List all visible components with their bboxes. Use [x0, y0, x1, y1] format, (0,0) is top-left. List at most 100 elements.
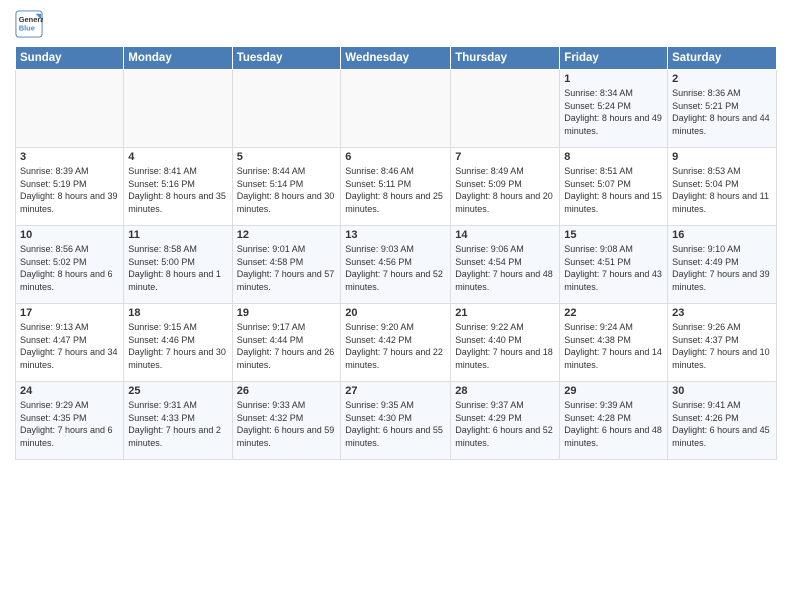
day-info: Sunrise: 9:03 AM Sunset: 4:56 PM Dayligh… — [345, 243, 446, 293]
dow-header: Sunday — [16, 47, 124, 70]
day-number: 18 — [128, 307, 227, 319]
day-number: 25 — [128, 385, 227, 397]
day-number: 10 — [20, 229, 119, 241]
calendar-cell: 18 Sunrise: 9:15 AM Sunset: 4:46 PM Dayli… — [124, 304, 232, 382]
day-info: Sunrise: 9:15 AM Sunset: 4:46 PM Dayligh… — [128, 321, 227, 371]
calendar-cell: 8 Sunrise: 8:51 AM Sunset: 5:07 PM Daylig… — [560, 148, 668, 226]
calendar-cell: 20 Sunrise: 9:20 AM Sunset: 4:42 PM Dayli… — [341, 304, 451, 382]
logo-icon: General Blue — [15, 10, 43, 38]
calendar-cell: 5 Sunrise: 8:44 AM Sunset: 5:14 PM Daylig… — [232, 148, 341, 226]
calendar-cell: 29 Sunrise: 9:39 AM Sunset: 4:28 PM Dayli… — [560, 382, 668, 460]
day-info: Sunrise: 9:26 AM Sunset: 4:37 PM Dayligh… — [672, 321, 772, 371]
day-number: 14 — [455, 229, 555, 241]
day-number: 30 — [672, 385, 772, 397]
calendar-cell: 21 Sunrise: 9:22 AM Sunset: 4:40 PM Dayli… — [451, 304, 560, 382]
calendar-week-row: 17Sunrise: 9:13 AM Sunset: 4:47 PM Dayli… — [16, 304, 777, 382]
day-info: Sunrise: 8:41 AM Sunset: 5:16 PM Dayligh… — [128, 165, 227, 215]
dow-header: Wednesday — [341, 47, 451, 70]
calendar-cell: 11Sunrise: 8:58 AM Sunset: 5:00 PM Dayli… — [124, 226, 232, 304]
day-number: 8 — [564, 151, 663, 163]
calendar-cell: 17Sunrise: 9:13 AM Sunset: 4:47 PM Dayli… — [16, 304, 124, 382]
calendar-body: 1 Sunrise: 8:34 AM Sunset: 5:24 PM Daylig… — [16, 70, 777, 460]
calendar-cell: 1 Sunrise: 8:34 AM Sunset: 5:24 PM Daylig… — [560, 70, 668, 148]
calendar-cell: 25 Sunrise: 9:31 AM Sunset: 4:33 PM Dayli… — [124, 382, 232, 460]
day-number: 6 — [345, 151, 446, 163]
header: General Blue — [15, 10, 777, 38]
calendar: SundayMondayTuesdayWednesdayThursdayFrid… — [15, 46, 777, 460]
day-number: 29 — [564, 385, 663, 397]
day-info: Sunrise: 9:24 AM Sunset: 4:38 PM Dayligh… — [564, 321, 663, 371]
calendar-cell: 22 Sunrise: 9:24 AM Sunset: 4:38 PM Dayli… — [560, 304, 668, 382]
dow-header: Thursday — [451, 47, 560, 70]
calendar-cell: 27 Sunrise: 9:35 AM Sunset: 4:30 PM Dayli… — [341, 382, 451, 460]
calendar-cell: 28Sunrise: 9:37 AM Sunset: 4:29 PM Dayli… — [451, 382, 560, 460]
calendar-cell: 2 Sunrise: 8:36 AM Sunset: 5:21 PM Daylig… — [668, 70, 777, 148]
day-info: Sunrise: 9:06 AM Sunset: 4:54 PM Dayligh… — [455, 243, 555, 293]
day-number: 28 — [455, 385, 555, 397]
day-number: 19 — [237, 307, 337, 319]
day-info: Sunrise: 9:39 AM Sunset: 4:28 PM Dayligh… — [564, 399, 663, 449]
calendar-cell: 13 Sunrise: 9:03 AM Sunset: 4:56 PM Dayli… — [341, 226, 451, 304]
dow-header: Tuesday — [232, 47, 341, 70]
day-number: 2 — [672, 73, 772, 85]
day-info: Sunrise: 8:49 AM Sunset: 5:09 PM Dayligh… — [455, 165, 555, 215]
day-info: Sunrise: 8:36 AM Sunset: 5:21 PM Dayligh… — [672, 87, 772, 137]
calendar-cell: 9Sunrise: 8:53 AM Sunset: 5:04 PM Daylig… — [668, 148, 777, 226]
page-container: General Blue SundayMondayTuesdayWednesda… — [0, 0, 792, 465]
day-number: 26 — [237, 385, 337, 397]
day-info: Sunrise: 9:22 AM Sunset: 4:40 PM Dayligh… — [455, 321, 555, 371]
day-info: Sunrise: 9:20 AM Sunset: 4:42 PM Dayligh… — [345, 321, 446, 371]
day-info: Sunrise: 8:44 AM Sunset: 5:14 PM Dayligh… — [237, 165, 337, 215]
dow-header: Friday — [560, 47, 668, 70]
logo: General Blue — [15, 10, 43, 38]
calendar-cell: 16Sunrise: 9:10 AM Sunset: 4:49 PM Dayli… — [668, 226, 777, 304]
day-info: Sunrise: 8:58 AM Sunset: 5:00 PM Dayligh… — [128, 243, 227, 293]
day-info: Sunrise: 9:01 AM Sunset: 4:58 PM Dayligh… — [237, 243, 337, 293]
day-info: Sunrise: 9:41 AM Sunset: 4:26 PM Dayligh… — [672, 399, 772, 449]
day-info: Sunrise: 9:29 AM Sunset: 4:35 PM Dayligh… — [20, 399, 119, 449]
day-info: Sunrise: 9:35 AM Sunset: 4:30 PM Dayligh… — [345, 399, 446, 449]
day-info: Sunrise: 9:33 AM Sunset: 4:32 PM Dayligh… — [237, 399, 337, 449]
day-info: Sunrise: 8:39 AM Sunset: 5:19 PM Dayligh… — [20, 165, 119, 215]
calendar-week-row: 10 Sunrise: 8:56 AM Sunset: 5:02 PM Dayli… — [16, 226, 777, 304]
day-number: 3 — [20, 151, 119, 163]
calendar-week-row: 24 Sunrise: 9:29 AM Sunset: 4:35 PM Dayli… — [16, 382, 777, 460]
day-info: Sunrise: 8:56 AM Sunset: 5:02 PM Dayligh… — [20, 243, 119, 293]
day-number: 12 — [237, 229, 337, 241]
day-number: 20 — [345, 307, 446, 319]
calendar-cell: 24 Sunrise: 9:29 AM Sunset: 4:35 PM Dayli… — [16, 382, 124, 460]
calendar-cell: 4Sunrise: 8:41 AM Sunset: 5:16 PM Daylig… — [124, 148, 232, 226]
day-number: 24 — [20, 385, 119, 397]
day-info: Sunrise: 9:31 AM Sunset: 4:33 PM Dayligh… — [128, 399, 227, 449]
calendar-cell — [16, 70, 124, 148]
day-info: Sunrise: 8:46 AM Sunset: 5:11 PM Dayligh… — [345, 165, 446, 215]
day-number: 13 — [345, 229, 446, 241]
dow-header: Monday — [124, 47, 232, 70]
calendar-cell: 15Sunrise: 9:08 AM Sunset: 4:51 PM Dayli… — [560, 226, 668, 304]
day-info: Sunrise: 9:10 AM Sunset: 4:49 PM Dayligh… — [672, 243, 772, 293]
day-info: Sunrise: 8:34 AM Sunset: 5:24 PM Dayligh… — [564, 87, 663, 137]
calendar-cell: 10 Sunrise: 8:56 AM Sunset: 5:02 PM Dayli… — [16, 226, 124, 304]
calendar-cell: 3 Sunrise: 8:39 AM Sunset: 5:19 PM Daylig… — [16, 148, 124, 226]
calendar-cell: 12 Sunrise: 9:01 AM Sunset: 4:58 PM Dayli… — [232, 226, 341, 304]
day-number: 1 — [564, 73, 663, 85]
calendar-cell — [451, 70, 560, 148]
dow-header: Saturday — [668, 47, 777, 70]
day-number: 9 — [672, 151, 772, 163]
day-number: 21 — [455, 307, 555, 319]
day-number: 22 — [564, 307, 663, 319]
calendar-cell: 7Sunrise: 8:49 AM Sunset: 5:09 PM Daylig… — [451, 148, 560, 226]
svg-text:Blue: Blue — [19, 24, 35, 33]
day-info: Sunrise: 8:51 AM Sunset: 5:07 PM Dayligh… — [564, 165, 663, 215]
days-of-week-row: SundayMondayTuesdayWednesdayThursdayFrid… — [16, 47, 777, 70]
calendar-cell — [341, 70, 451, 148]
calendar-week-row: 3 Sunrise: 8:39 AM Sunset: 5:19 PM Daylig… — [16, 148, 777, 226]
calendar-cell — [124, 70, 232, 148]
day-info: Sunrise: 9:13 AM Sunset: 4:47 PM Dayligh… — [20, 321, 119, 371]
calendar-cell: 19Sunrise: 9:17 AM Sunset: 4:44 PM Dayli… — [232, 304, 341, 382]
day-number: 5 — [237, 151, 337, 163]
day-number: 27 — [345, 385, 446, 397]
day-number: 15 — [564, 229, 663, 241]
calendar-cell — [232, 70, 341, 148]
calendar-cell: 6 Sunrise: 8:46 AM Sunset: 5:11 PM Daylig… — [341, 148, 451, 226]
